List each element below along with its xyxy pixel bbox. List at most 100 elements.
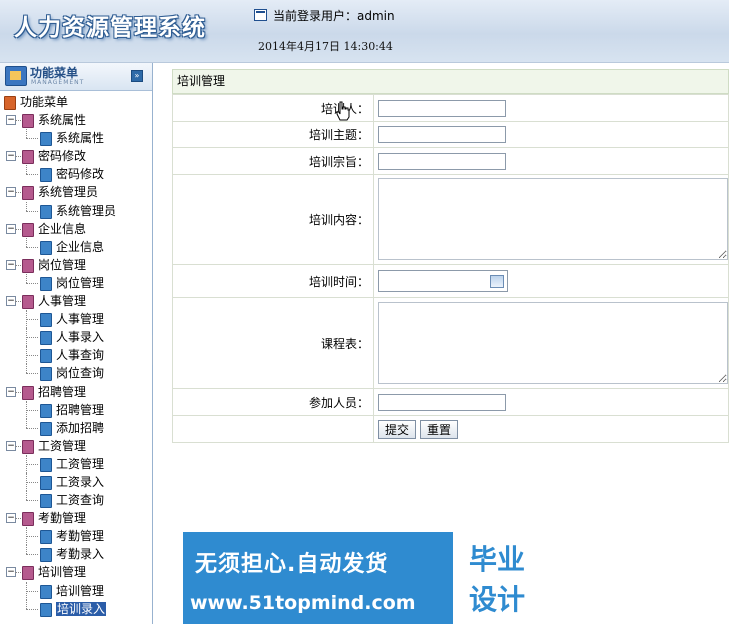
menu-item-label: 人事管理	[56, 312, 105, 327]
reset-button[interactable]: 重置	[420, 419, 459, 439]
trainer-input[interactable]	[378, 99, 506, 117]
tree-connector	[15, 518, 21, 520]
menu-item-label: 工资录入	[56, 474, 105, 489]
training-form: 培训人： 培训主题： 培训宗旨： 培训内容： 培训时间： 课程表：	[172, 94, 729, 443]
time-date-input[interactable]	[378, 270, 508, 292]
tree-connector	[26, 201, 27, 211]
menu-item[interactable]: 系统属性	[0, 129, 152, 147]
tree-connector	[15, 228, 21, 230]
menu-group[interactable]: − 系统属性	[0, 111, 152, 129]
menu-item[interactable]: 系统管理员	[0, 201, 152, 220]
tree-connector	[15, 264, 21, 266]
page-icon	[40, 602, 52, 617]
book-icon	[22, 258, 34, 273]
calendar-icon[interactable]	[490, 275, 504, 288]
menu-item[interactable]: 人事录入	[0, 328, 152, 347]
menu-group[interactable]: − 培训管理	[0, 563, 152, 581]
tree-root[interactable]: 功能菜单	[0, 93, 152, 111]
menu-item-label: 培训录入	[56, 601, 107, 616]
panel-title: 培训管理	[172, 69, 729, 94]
menu-group[interactable]: − 招聘管理	[0, 383, 152, 401]
tree-connector	[26, 282, 38, 284]
content-textarea[interactable]	[378, 178, 728, 260]
tree-root-label: 功能菜单	[20, 95, 69, 109]
form-row-actions: 提交 重置	[172, 415, 729, 443]
purpose-input[interactable]	[378, 152, 506, 170]
menu-group[interactable]: − 密码修改	[0, 147, 152, 165]
menu-item[interactable]: 培训录入	[0, 599, 152, 618]
tree-connector	[15, 572, 21, 574]
menu-group[interactable]: − 工资管理	[0, 437, 152, 455]
tree-connector	[15, 445, 21, 447]
menu-item-label: 密码修改	[56, 167, 105, 182]
submit-button[interactable]: 提交	[378, 419, 417, 439]
sidebar-header: 功能菜单 MANAGEMENT »	[0, 63, 152, 91]
tree-connector	[26, 481, 38, 483]
menu-group[interactable]: − 系统管理员	[0, 183, 152, 201]
menu-group-label: 系统属性	[38, 113, 87, 128]
tree-connector	[26, 608, 38, 610]
tree-connector	[26, 463, 38, 465]
menu-group-label: 密码修改	[38, 149, 87, 164]
menu-group[interactable]: − 企业信息	[0, 220, 152, 238]
watermark-banner: 无须担心.自动发货 www.51topmind.com 毕业 设计	[183, 532, 546, 624]
menu-group[interactable]: − 人事管理	[0, 292, 152, 310]
menu-item[interactable]: 培训管理	[0, 581, 152, 600]
menu-item[interactable]: 工资录入	[0, 472, 152, 491]
menu-item[interactable]: 密码修改	[0, 165, 152, 183]
menu-item[interactable]: 添加招聘	[0, 418, 152, 437]
page-icon	[40, 276, 52, 291]
menu-item-label: 考勤管理	[56, 529, 105, 544]
menu-group[interactable]: − 考勤管理	[0, 509, 152, 527]
system-title: 人力资源管理系统	[14, 15, 206, 41]
menu-item[interactable]: 招聘管理	[0, 400, 152, 419]
page-icon	[40, 584, 52, 599]
subject-input[interactable]	[378, 126, 506, 143]
time-label: 培训时间：	[172, 264, 374, 298]
tree-connector	[26, 174, 38, 176]
app-header: 人力资源管理系统 当前登录用户：admin 2014年4月17日 14:30:4…	[0, 0, 729, 63]
page-icon	[40, 240, 52, 255]
tree-connector	[26, 500, 38, 502]
page-icon	[40, 331, 52, 346]
menu-item-label: 人事录入	[56, 330, 105, 345]
menu-item[interactable]: 考勤录入	[0, 545, 152, 563]
book-icon	[22, 385, 34, 400]
tree-connector	[26, 409, 38, 411]
tree-connector	[15, 391, 21, 393]
tree-connector	[26, 373, 38, 375]
menu-group-label: 系统管理员	[38, 185, 99, 200]
book-icon	[22, 150, 34, 165]
page-icon	[40, 349, 52, 364]
page-icon	[40, 132, 52, 147]
sidebar-splitter[interactable]	[152, 335, 156, 365]
tree-connector	[26, 237, 27, 247]
menu-item[interactable]: 考勤管理	[0, 527, 152, 546]
tree-connector	[26, 536, 38, 538]
subject-label: 培训主题：	[172, 121, 374, 148]
watermark-line1: 无须担心.自动发货	[195, 552, 389, 577]
menu-item[interactable]: 人事查询	[0, 346, 152, 365]
page-icon	[40, 457, 52, 472]
menu-item[interactable]: 工资查询	[0, 491, 152, 509]
tree-connector	[26, 364, 27, 374]
tree-connector	[26, 418, 27, 428]
form-row-participants: 参加人员：	[172, 388, 729, 416]
menu-item-label: 工资管理	[56, 456, 105, 471]
folder-icon	[4, 96, 16, 110]
sidebar: 功能菜单 MANAGEMENT » 功能菜单 − 系统属性 系统属性 − 密码修改 密码修改…	[0, 63, 153, 624]
menu-item[interactable]: 工资管理	[0, 454, 152, 473]
book-icon	[22, 295, 34, 310]
menu-item[interactable]: 岗位查询	[0, 364, 152, 382]
schedule-textarea[interactable]	[378, 301, 728, 384]
menu-item-label: 工资查询	[56, 493, 105, 508]
menu-group-label: 考勤管理	[38, 511, 87, 526]
menu-group[interactable]: − 岗位管理	[0, 256, 152, 274]
menu-item[interactable]: 岗位管理	[0, 273, 152, 292]
tree-connector	[26, 319, 38, 321]
participants-input[interactable]	[378, 393, 506, 411]
menu-item[interactable]: 人事管理	[0, 310, 152, 329]
user-icon	[254, 9, 267, 21]
menu-item[interactable]: 企业信息	[0, 237, 152, 256]
collapse-icon[interactable]: »	[131, 70, 143, 82]
